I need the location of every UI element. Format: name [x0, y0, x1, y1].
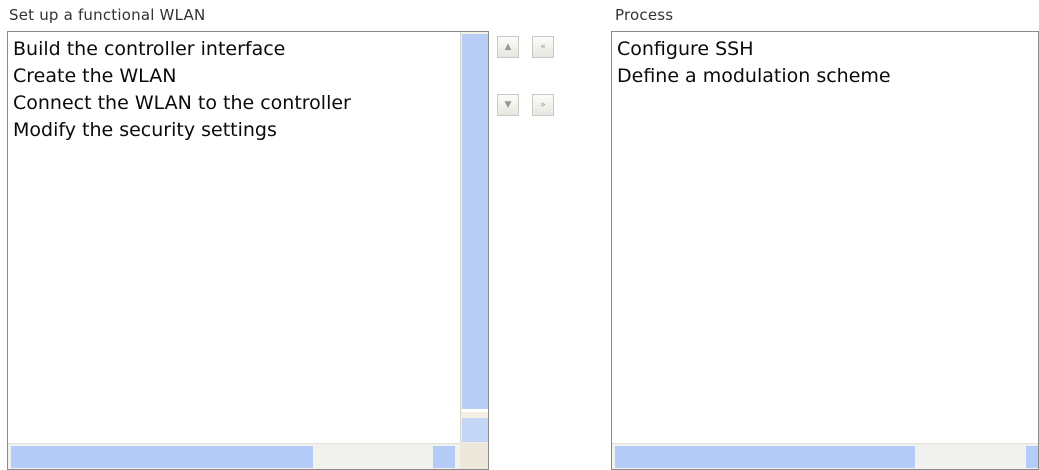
right-horizontal-scroll-thumb[interactable]: [615, 446, 915, 468]
arrow-down-icon: ▼: [504, 99, 512, 110]
left-horizontal-scroll-thumb[interactable]: [11, 446, 313, 468]
list-item[interactable]: Connect the WLAN to the controller: [13, 90, 351, 117]
left-horizontal-scroll-right-arrow[interactable]: [433, 446, 455, 468]
arrow-up-icon: ▲: [504, 41, 512, 52]
right-listbox[interactable]: Configure SSH Define a modulation scheme: [611, 31, 1039, 470]
left-list-items: Build the controller interface Create th…: [13, 36, 351, 144]
right-horizontal-scrollbar[interactable]: [612, 443, 1038, 469]
left-list-caption: Set up a functional WLAN: [9, 6, 206, 24]
move-up-button[interactable]: ▲: [497, 36, 519, 58]
list-item[interactable]: Modify the security settings: [13, 117, 351, 144]
right-list-caption: Process: [615, 6, 674, 24]
list-item[interactable]: Configure SSH: [617, 36, 891, 63]
left-listbox[interactable]: Build the controller interface Create th…: [7, 31, 489, 470]
list-item[interactable]: Create the WLAN: [13, 63, 351, 90]
right-horizontal-scroll-right-arrow[interactable]: [1026, 446, 1038, 468]
scroll-corner: [460, 443, 488, 469]
list-item[interactable]: Define a modulation scheme: [617, 63, 891, 90]
move-to-left-button[interactable]: «: [532, 36, 554, 58]
drag-drop-exercise: Set up a functional WLAN Process Build t…: [0, 0, 1039, 470]
double-chevron-left-icon: «: [540, 41, 546, 52]
list-item[interactable]: Build the controller interface: [13, 36, 351, 63]
move-down-button[interactable]: ▼: [497, 94, 519, 116]
left-vertical-scroll-down-arrow[interactable]: [462, 418, 488, 442]
double-chevron-right-icon: »: [540, 99, 546, 110]
move-to-right-button[interactable]: »: [532, 94, 554, 116]
right-list-items: Configure SSH Define a modulation scheme: [617, 36, 891, 90]
left-vertical-scrollbar[interactable]: [460, 32, 488, 469]
left-vertical-scroll-thumb[interactable]: [462, 34, 488, 412]
left-horizontal-scrollbar[interactable]: [8, 443, 460, 469]
